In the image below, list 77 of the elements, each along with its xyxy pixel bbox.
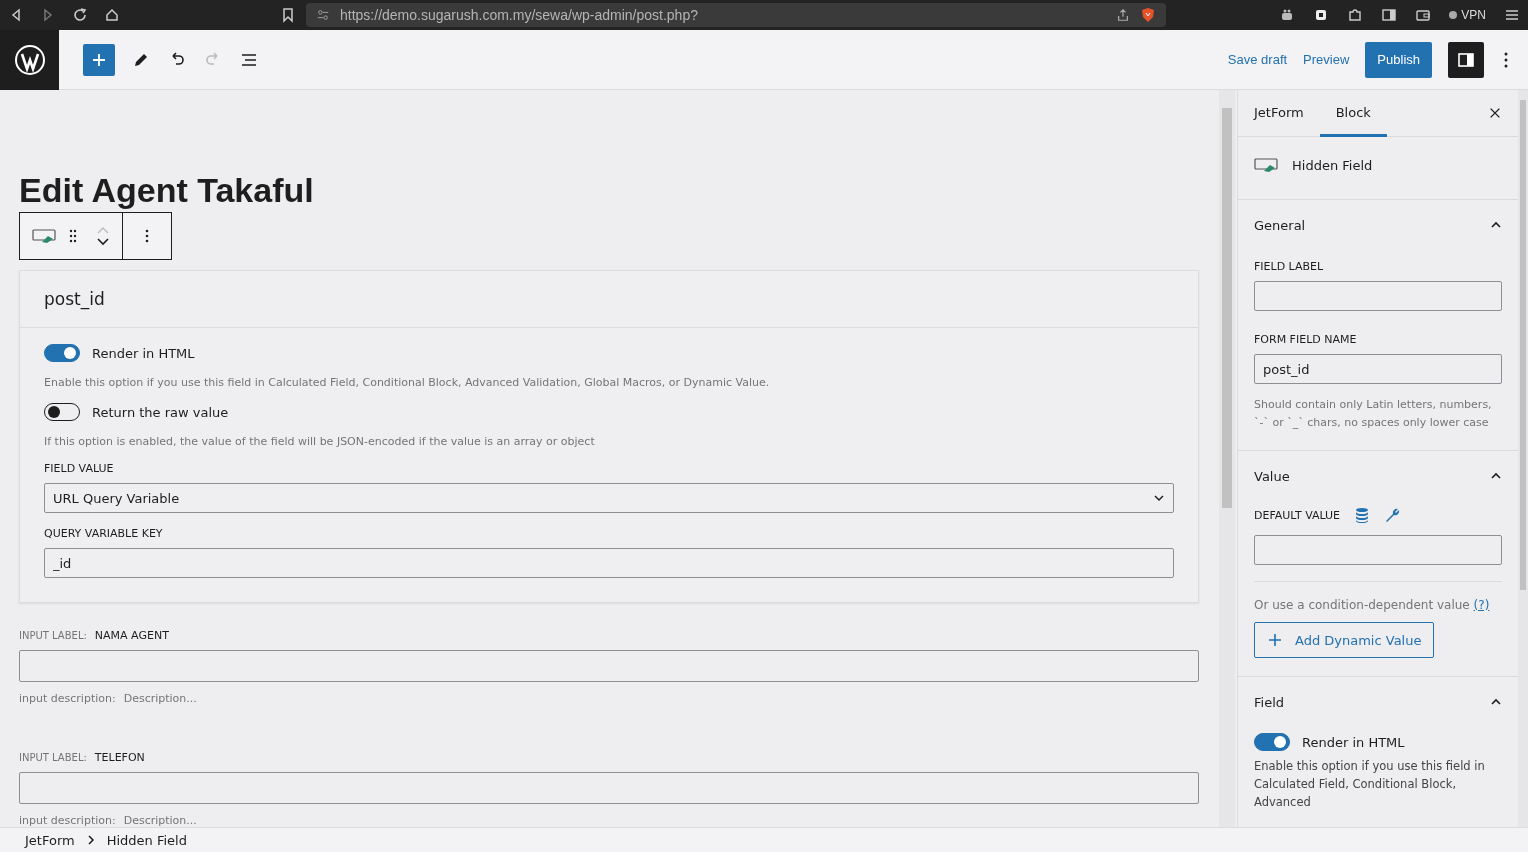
move-down-icon[interactable] [96, 238, 110, 246]
publish-button[interactable]: Publish [1365, 41, 1432, 78]
description-caption: input description: [19, 814, 116, 827]
sidebar-tab[interactable]: JetForm [1254, 90, 1320, 137]
drag-handle-icon[interactable] [68, 228, 78, 244]
editor-scrollbar[interactable] [1219, 90, 1235, 827]
puzzle-icon[interactable] [1347, 7, 1364, 23]
breadcrumb-item[interactable]: JetForm [25, 832, 75, 848]
field-label: QUERY VARIABLE KEY [44, 527, 164, 540]
field-label-input[interactable] [1254, 281, 1502, 311]
wordpress-logo[interactable] [0, 29, 59, 90]
share-icon[interactable] [1116, 8, 1130, 22]
wallet-icon[interactable] [1415, 7, 1432, 23]
input-label-caption: INPUT LABEL: [19, 752, 87, 763]
field-name-input[interactable]: post_id [1254, 354, 1502, 384]
add-block-button[interactable] [83, 43, 115, 76]
site-settings-icon[interactable] [316, 8, 330, 22]
toggle-switch[interactable] [44, 344, 80, 362]
toggle-label: Render in HTML [92, 345, 195, 361]
save-draft-link[interactable]: Save draft [1227, 52, 1288, 67]
toggle-label: Render in HTML [1302, 734, 1405, 750]
sidebar-tab[interactable]: Block [1319, 90, 1387, 137]
field-label: DEFAULT VALUE [1254, 508, 1341, 522]
sidebar-scrollbar[interactable] [1518, 90, 1528, 827]
address-bar[interactable]: https://demo.sugarush.com.my/sewa/wp-admin/post.php? [306, 3, 1166, 27]
description-input[interactable]: Description... [123, 692, 324, 705]
description-caption: input description: [19, 692, 116, 705]
breadcrumb-item[interactable]: Hidden Field [106, 832, 187, 848]
post-title[interactable]: Edit Agent Takaful [19, 170, 1199, 210]
help-link[interactable]: (?) [1473, 598, 1490, 612]
vpn-button[interactable]: VPN [1449, 8, 1486, 22]
toggle-switch[interactable] [1254, 733, 1290, 751]
plus-icon [1267, 632, 1283, 648]
shield-icon[interactable] [1140, 7, 1156, 23]
chevron-icon[interactable] [1490, 221, 1502, 229]
field-label: FIELD LABEL [1254, 260, 1325, 273]
chevron-icon[interactable] [1490, 698, 1502, 706]
hidden-field-icon [1254, 157, 1280, 173]
help-text: Enable this option if you use this field in Calculated Field, Conditional Block, Advanced [1254, 758, 1486, 811]
add-dynamic-value-button[interactable]: Add Dynamic Value [1254, 622, 1435, 658]
condition-text: Or use a condition-dependent value [1254, 598, 1470, 612]
help-text: If this option is enabled, the value of the field will be JSON-encoded if the value is an array or object [44, 435, 596, 448]
database-icon[interactable] [1354, 507, 1371, 523]
input-label[interactable]: NAMA AGENT [94, 629, 169, 642]
settings-button[interactable] [1448, 41, 1484, 78]
help-text: Should contain only Latin letters, numbers, `-` or `_` chars, no spaces only lower case [1254, 397, 1493, 431]
preview-link[interactable]: Preview [1303, 52, 1350, 67]
sidebar-icon[interactable] [1381, 7, 1398, 23]
help-text: Enable this option if you use this field in Calculated Field, Conditional Block, Advanced Validation, Global Macros, or Dynamic Value. [44, 376, 771, 389]
panel-title[interactable]: General [1254, 217, 1306, 233]
panel-title[interactable]: Field [1254, 694, 1284, 710]
url-text: https://demo.sugarush.com.my/sewa/wp-admin/post.php? [340, 7, 698, 23]
text-input-preview[interactable] [19, 650, 1199, 682]
field-value-select[interactable]: URL Query Variable [44, 483, 1174, 513]
chevron-down-icon [1153, 494, 1165, 502]
input-label-caption: INPUT LABEL: [19, 630, 87, 641]
query-key-input[interactable]: _id [44, 548, 1174, 578]
chevron-right-icon [86, 834, 95, 846]
hidden-field-block[interactable] [19, 270, 1199, 603]
hidden-field-icon[interactable] [32, 228, 58, 244]
input-label[interactable]: TELEFON [94, 751, 145, 764]
field-label: FIELD VALUE [44, 462, 115, 475]
reload-icon[interactable] [72, 7, 88, 23]
panel-title[interactable]: Value [1254, 468, 1290, 484]
block-type-title: Hidden Field [1292, 157, 1373, 173]
bookmark-icon[interactable] [280, 7, 296, 23]
menu-icon[interactable] [1504, 7, 1520, 23]
wrench-icon[interactable] [1384, 507, 1401, 523]
default-value-input[interactable] [1254, 535, 1502, 565]
block-name: post_id [44, 289, 105, 309]
toggle-label: Return the raw value [92, 404, 229, 420]
close-icon[interactable] [1488, 106, 1502, 120]
text-input-preview[interactable] [19, 772, 1199, 804]
home-icon[interactable] [104, 7, 120, 23]
chevron-icon[interactable] [1490, 472, 1502, 480]
description-input[interactable]: Description... [123, 814, 324, 827]
field-label: FORM FIELD NAME [1254, 333, 1358, 346]
